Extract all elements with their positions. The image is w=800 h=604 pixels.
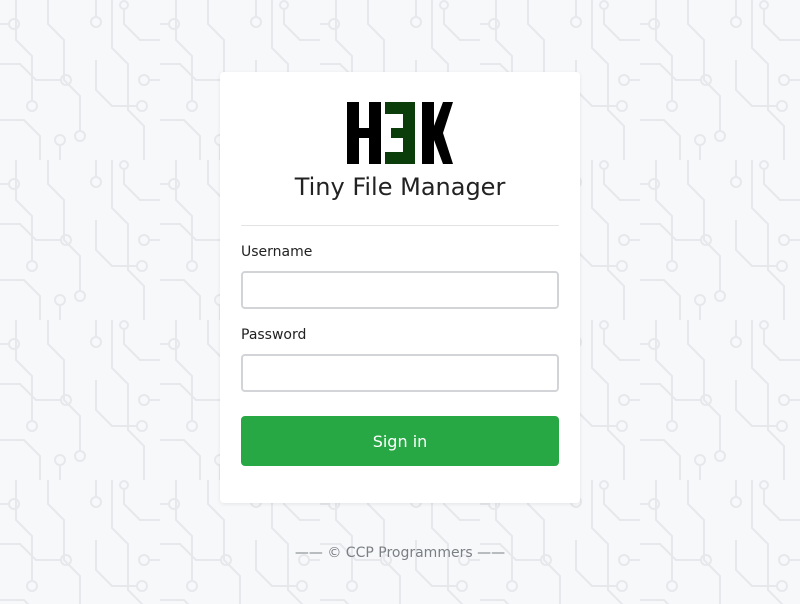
h3k-logo <box>347 102 453 164</box>
sign-in-button[interactable]: Sign in <box>241 416 559 466</box>
password-input[interactable] <box>241 354 559 392</box>
login-card: Tiny File Manager Username Password Sign… <box>220 72 580 503</box>
password-label: Password <box>241 327 307 343</box>
divider <box>241 225 559 226</box>
footer-credit: —— © CCP Programmers —— <box>294 545 506 561</box>
username-label: Username <box>241 244 313 260</box>
app-title: Tiny File Manager <box>294 173 506 201</box>
username-input[interactable] <box>241 271 559 309</box>
